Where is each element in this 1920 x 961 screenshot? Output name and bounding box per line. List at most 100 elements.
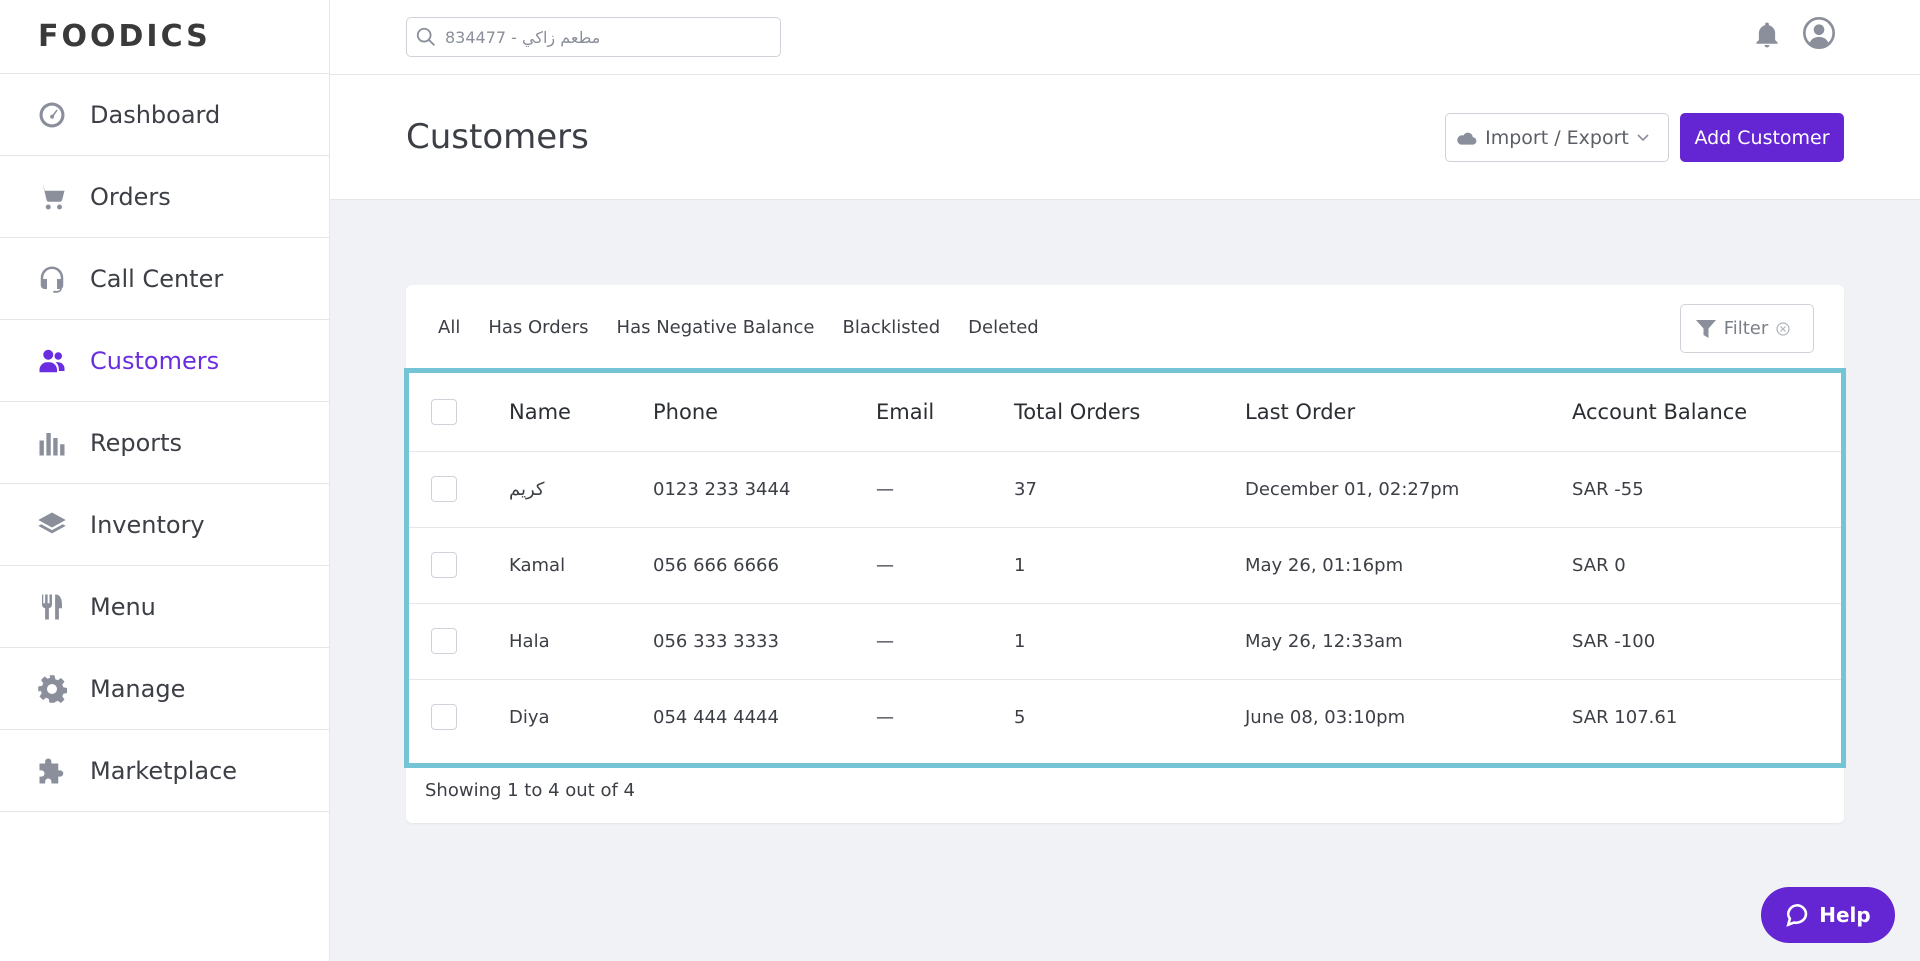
clear-filter-icon[interactable] — [1776, 321, 1790, 336]
customer-name: Hala — [509, 602, 653, 679]
filter-tabs: All Has Orders Has Negative Balance Blac… — [438, 315, 1067, 340]
customer-total-orders: 1 — [1014, 526, 1245, 603]
logo-text: FOODICS — [38, 19, 211, 54]
help-button[interactable]: Help — [1761, 887, 1895, 943]
import-export-label: Import / Export — [1485, 126, 1629, 149]
customer-balance: SAR -55 — [1572, 450, 1841, 527]
column-header-name[interactable]: Name — [509, 373, 653, 451]
sidebar-item-label: Reports — [90, 428, 183, 457]
dashboard-icon — [36, 99, 68, 131]
top-bar — [330, 0, 1920, 75]
bell-icon[interactable] — [1752, 18, 1782, 52]
import-export-button[interactable]: Import / Export — [1445, 113, 1669, 162]
customer-balance: SAR 107.61 — [1572, 678, 1841, 755]
customer-phone: 056 666 6666 — [653, 526, 876, 603]
sidebar-item-label: Manage — [90, 674, 186, 703]
customer-last-order: May 26, 01:16pm — [1245, 526, 1572, 603]
row-checkbox[interactable] — [431, 704, 457, 731]
table-header-row: Name Phone Email Total Orders Last Order… — [409, 373, 1841, 451]
gear-icon — [36, 673, 68, 705]
customer-last-order: June 08, 03:10pm — [1245, 678, 1572, 755]
tab-all[interactable]: All — [438, 315, 460, 340]
column-header-total-orders[interactable]: Total Orders — [1014, 373, 1245, 451]
row-checkbox[interactable] — [431, 476, 457, 502]
filter-label: Filter — [1723, 318, 1769, 339]
chevron-down-icon — [1637, 133, 1649, 141]
sidebar-item-call-center[interactable]: Call Center — [0, 238, 329, 320]
cart-icon — [36, 181, 68, 213]
sidebar-item-menu[interactable]: Menu — [0, 566, 329, 648]
sidebar-item-label: Dashboard — [90, 100, 221, 129]
select-all-checkbox[interactable] — [431, 398, 457, 425]
sidebar-item-label: Call Center — [90, 264, 224, 293]
pagination-summary: Showing 1 to 4 out of 4 — [425, 780, 635, 801]
cloud-icon — [1457, 132, 1477, 145]
sidebar-item-inventory[interactable]: Inventory — [0, 484, 329, 566]
page-title: Customers — [406, 117, 589, 157]
table-row[interactable]: Kamal 056 666 6666 — 1 May 26, 01:16pm S… — [409, 526, 1841, 603]
funnel-icon — [1695, 319, 1716, 338]
customer-name: Diya — [509, 678, 653, 755]
sidebar-item-marketplace[interactable]: Marketplace — [0, 730, 329, 812]
column-header-account-balance[interactable]: Account Balance — [1572, 373, 1841, 451]
table-row[interactable]: Diya 054 444 4444 — 5 June 08, 03:10pm S… — [409, 678, 1841, 755]
customers-table-highlight: Name Phone Email Total Orders Last Order… — [404, 368, 1846, 768]
foodics-logo[interactable]: FOODICS — [0, 0, 329, 74]
customer-last-order: December 01, 02:27pm — [1245, 450, 1572, 527]
tab-has-negative-balance[interactable]: Has Negative Balance — [617, 315, 815, 340]
customer-total-orders: 5 — [1014, 678, 1245, 755]
search-icon — [416, 27, 435, 46]
users-icon — [36, 345, 68, 377]
customer-name: Kamal — [509, 526, 653, 603]
customer-email: — — [876, 450, 1014, 527]
row-checkbox[interactable] — [431, 552, 457, 578]
sidebar-item-label: Customers — [90, 346, 220, 375]
customer-phone: 0123 233 3444 — [653, 450, 876, 527]
page-header: Customers Import / Export Add Customer — [330, 75, 1920, 200]
sidebar-item-dashboard[interactable]: Dashboard — [0, 74, 329, 156]
sidebar-item-manage[interactable]: Manage — [0, 648, 329, 730]
column-header-last-order[interactable]: Last Order — [1245, 373, 1572, 451]
sidebar-item-orders[interactable]: Orders — [0, 156, 329, 238]
customer-total-orders: 1 — [1014, 602, 1245, 679]
sidebar-item-label: Orders — [90, 182, 171, 211]
row-checkbox[interactable] — [431, 628, 457, 654]
tab-has-orders[interactable]: Has Orders — [488, 315, 588, 340]
customer-phone: 056 333 3333 — [653, 602, 876, 679]
table-row[interactable]: كريم 0123 233 3444 — 37 December 01, 02:… — [409, 450, 1841, 527]
bar-chart-icon — [36, 427, 68, 459]
sidebar: FOODICS Dashboard Orders Call Center Cus… — [0, 0, 330, 961]
puzzle-icon — [36, 755, 68, 787]
filter-button[interactable]: Filter — [1680, 304, 1814, 353]
layers-icon — [36, 509, 68, 541]
tab-blacklisted[interactable]: Blacklisted — [843, 315, 941, 340]
customer-email: — — [876, 526, 1014, 603]
headset-icon — [36, 263, 68, 295]
customer-email: — — [876, 602, 1014, 679]
customers-card: All Has Orders Has Negative Balance Blac… — [404, 285, 1846, 823]
chat-bubble-icon — [1786, 903, 1808, 927]
user-avatar-icon[interactable] — [1803, 17, 1835, 49]
add-customer-button[interactable]: Add Customer — [1680, 113, 1844, 162]
sidebar-item-label: Marketplace — [90, 756, 238, 785]
customer-last-order: May 26, 12:33am — [1245, 602, 1572, 679]
sidebar-item-label: Inventory — [90, 510, 205, 539]
sidebar-item-label: Menu — [90, 592, 156, 621]
customers-table: Name Phone Email Total Orders Last Order… — [409, 373, 1841, 755]
customer-balance: SAR -100 — [1572, 602, 1841, 679]
column-header-email[interactable]: Email — [876, 373, 1014, 451]
customer-balance: SAR 0 — [1572, 526, 1841, 603]
sidebar-item-reports[interactable]: Reports — [0, 402, 329, 484]
column-header-phone[interactable]: Phone — [653, 373, 876, 451]
sidebar-item-customers[interactable]: Customers — [0, 320, 329, 402]
customer-name: كريم — [509, 450, 653, 527]
search-box[interactable] — [406, 17, 781, 57]
search-input[interactable] — [445, 27, 765, 47]
customer-total-orders: 37 — [1014, 450, 1245, 527]
help-label: Help — [1819, 903, 1871, 927]
customer-email: — — [876, 678, 1014, 755]
utensils-icon — [36, 591, 68, 623]
tab-deleted[interactable]: Deleted — [968, 315, 1039, 340]
table-row[interactable]: Hala 056 333 3333 — 1 May 26, 12:33am SA… — [409, 602, 1841, 679]
customer-phone: 054 444 4444 — [653, 678, 876, 755]
